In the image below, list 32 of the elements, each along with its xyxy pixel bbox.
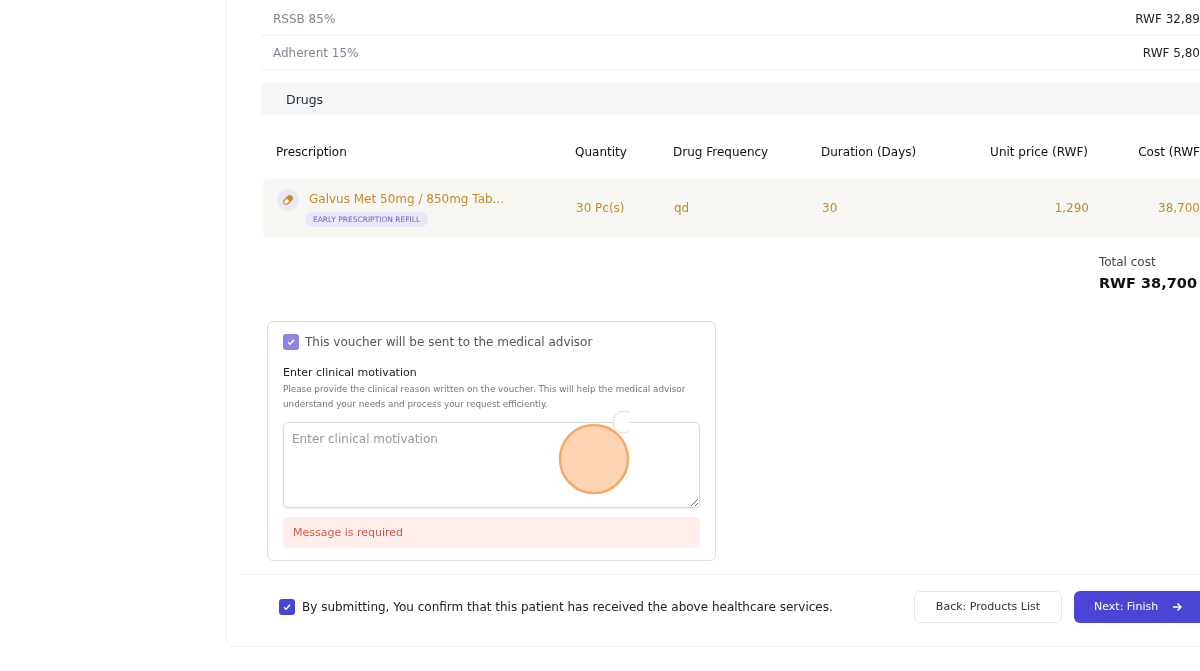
cost: 38,700 — [1157, 201, 1200, 215]
summary-value: RWF 32,89 — [1135, 11, 1200, 26]
next-button[interactable]: Next: Finish — [1074, 590, 1200, 623]
column-header: Cost (RWF — [1137, 145, 1200, 159]
total-value: RWF 38,700 — [1098, 275, 1197, 291]
error-message: Message is required — [283, 517, 700, 548]
confirm-text: By submitting, You confirm that this patient has received the above healthcare services. — [302, 599, 834, 614]
checkbox-label: This voucher will be sent to the medical advisor — [305, 335, 593, 349]
checkbox[interactable] — [279, 598, 295, 615]
section-header: Drugs — [261, 83, 1200, 115]
column-header: Duration (Days) — [821, 145, 918, 159]
arrow-icon — [1172, 601, 1183, 612]
drug-name: Galvus Met 50mg / 850mg Tab... — [309, 192, 505, 206]
column-header: Prescription — [276, 145, 348, 159]
column-header: Unit price (RWF) — [989, 145, 1088, 159]
duration: 30 — [822, 201, 839, 215]
total-label: Total cost — [1098, 255, 1157, 269]
field-label: Enter clinical motivation — [283, 366, 418, 379]
help-text: Please provide the clinical reason written on the voucher. This will help the medical advisor understand your needs and process your request efficiently. — [283, 383, 687, 411]
back-button[interactable]: Back: Products List — [913, 590, 1062, 623]
summary-label: RSSB 85% — [273, 11, 336, 26]
frequency: qd — [674, 201, 691, 215]
check-icon — [286, 337, 296, 347]
quantity: 30 Pc(s) — [576, 201, 626, 215]
checkbox[interactable] — [283, 334, 299, 350]
column-header: Quantity — [575, 145, 628, 159]
summary-label: Adherent 15% — [273, 45, 359, 60]
pill-icon — [277, 189, 299, 211]
summary-value: RWF 5,80 — [1142, 45, 1200, 60]
check-icon — [282, 601, 292, 612]
unit-price: 1,290 — [1053, 201, 1089, 215]
column-header: Drug Frequency — [673, 145, 770, 159]
